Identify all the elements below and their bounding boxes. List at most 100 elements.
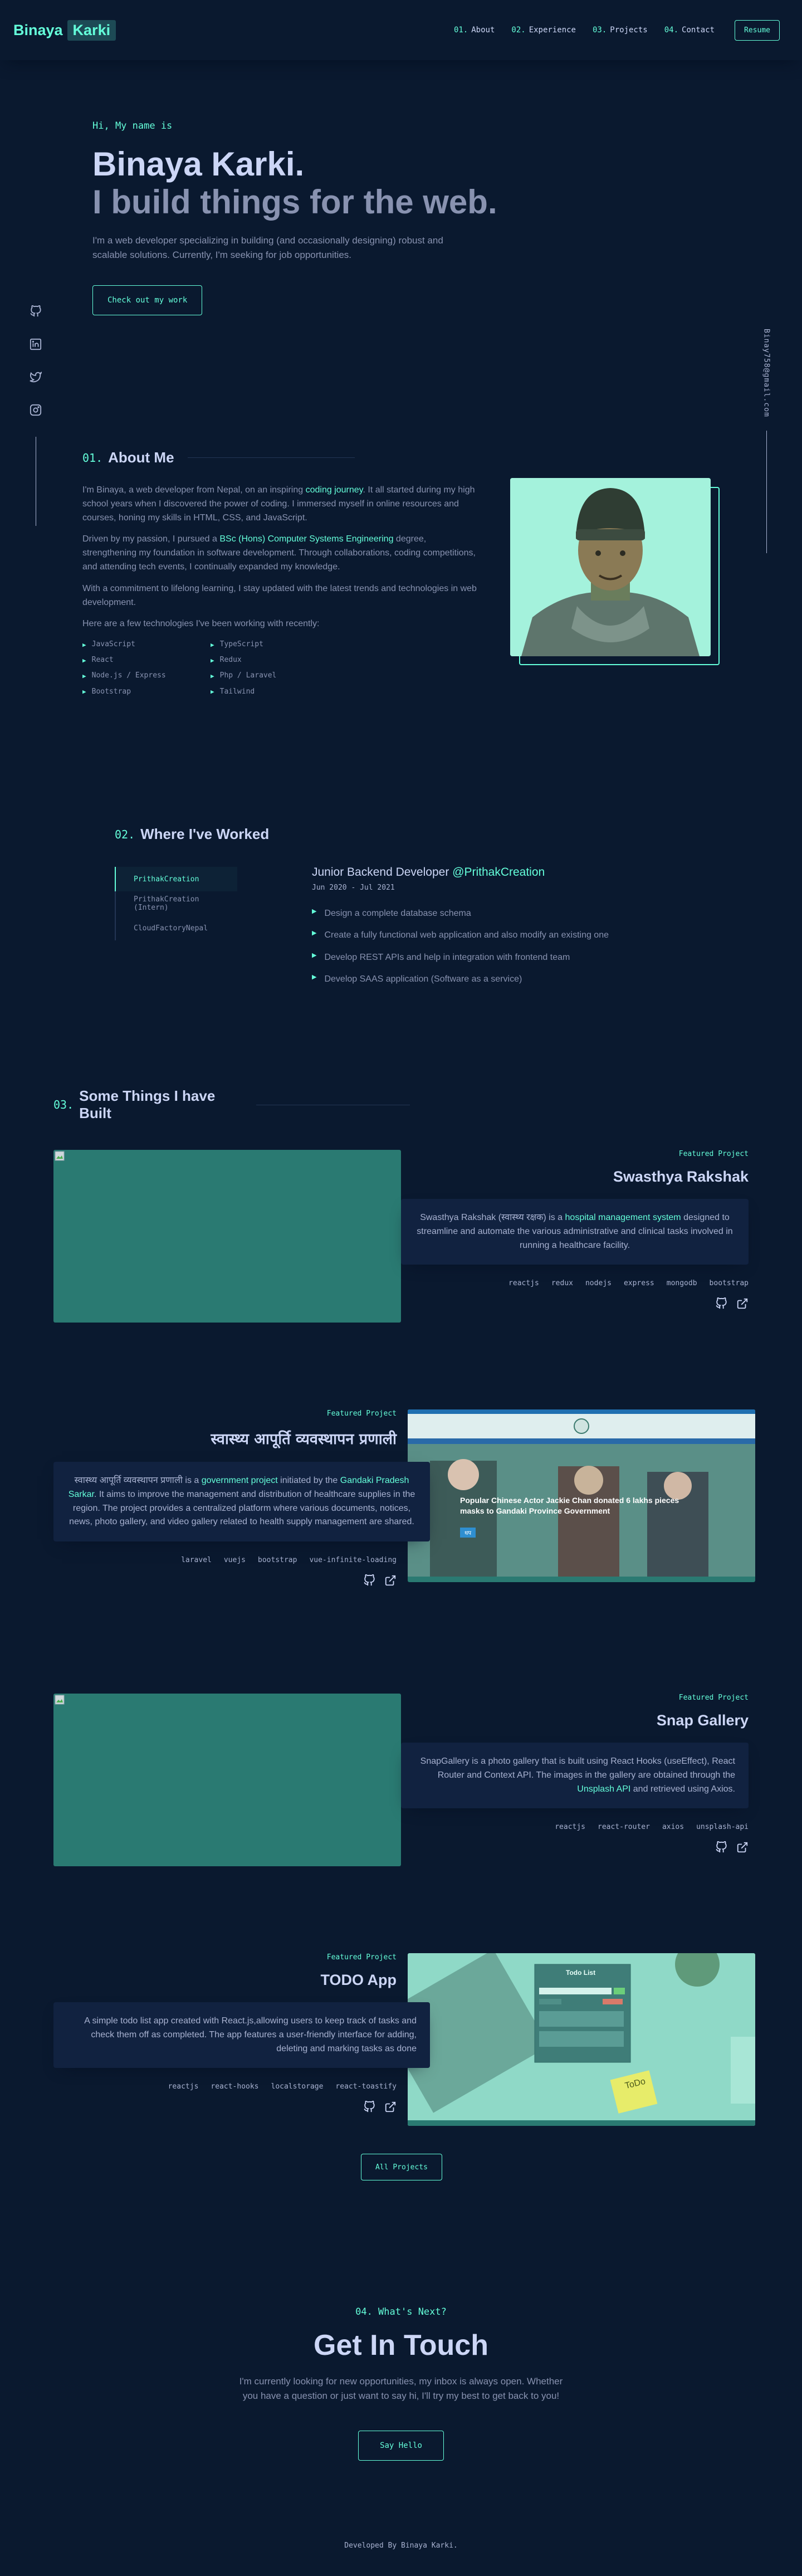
emblem-icon [574,1418,589,1434]
highlight-link[interactable]: hospital management system [565,1213,681,1222]
tab-cloudfactorynepal[interactable]: CloudFactoryNepal [116,916,237,940]
triangle-bullet-icon: ▶ [312,930,317,937]
nav-number: 04. [664,26,679,35]
tech-tag: unsplash-api [696,1823,749,1832]
logo-first-name: Binaya [13,21,63,38]
nav-contact[interactable]: 04. Contact [664,26,715,35]
tech-label: TypeScript [219,640,263,649]
project-links [392,1841,749,1853]
tech-item: ▶ Php / Laravel [211,670,339,681]
email-link[interactable]: Binay758@gmail.com [762,329,771,417]
triangle-bullet-icon: ▶ [82,688,86,696]
tech-tag: nodejs [585,1279,612,1288]
hero-name: Binaya Karki. [92,145,305,183]
job-title: Junior Backend Developer @PrithakCreatio… [312,866,668,879]
highlight-link[interactable]: Unsplash API [577,1784,630,1794]
external-link-icon[interactable] [384,2101,397,2113]
project-content: Featured Project Swasthya Rakshak Swasth… [392,1150,749,1310]
section-title: Where I've Worked [140,826,270,842]
triangle-bullet-icon: ▶ [211,672,214,680]
experience-tabs: PrithakCreation PrithakCreation (Intern)… [115,867,237,940]
nav-label: About [471,26,495,35]
tech-tag: vue-infinite-loading [309,1556,397,1565]
experience-section: 02. Where I've Worked PrithakCreation Pr… [115,826,672,984]
check-work-button[interactable]: Check out my work [92,285,203,315]
github-icon[interactable] [30,305,42,320]
text: initiated by the [277,1476,340,1485]
project-tech-list: reactjs react-hooks localstorage react-t… [53,2082,397,2091]
screenshot-more-button: थप [460,1528,476,1538]
hero-intro: Hi, My name is [92,120,173,131]
tech-item: ▶ Redux [211,655,339,666]
about-text: I'm Binaya, a web developer from Nepal, … [82,484,478,697]
project-description: SnapGallery is a photo gallery that is b… [401,1743,749,1809]
tech-item: ▶ Node.js / Express [82,670,211,681]
project-title[interactable]: Swasthya Rakshak [392,1168,749,1185]
project-image[interactable]: Todo List ToDo [408,1953,755,2126]
resume-button[interactable]: Resume [735,19,780,41]
triangle-bullet-icon: ▶ [211,688,214,696]
project-image[interactable] [53,1694,401,1866]
linkedin-icon[interactable] [30,338,42,353]
triangle-bullet-icon: ▶ [312,974,317,981]
tech-tag: react-router [598,1823,650,1832]
profile-photo[interactable] [510,478,711,656]
tech-item: ▶ React [82,655,211,666]
project-card: Todo List ToDo Featured Project TODO App… [53,1953,755,2131]
text: Driven by my passion, I pursued a [82,534,220,544]
highlight-text: BSc (Hons) Computer Systems Engineering [219,534,394,544]
project-tech-list: laravel vuejs bootstrap vue-infinite-loa… [53,1556,397,1564]
tab-prithakcreation[interactable]: PrithakCreation [115,867,237,891]
about-paragraph: Driven by my passion, I pursued a BSc (H… [82,533,478,574]
external-link-icon[interactable] [736,1297,749,1310]
project-links [53,1574,397,1587]
all-projects-button[interactable]: All Projects [361,2154,442,2180]
tech-list: ▶ JavaScript ▶ TypeScript ▶ React ▶ Redux ▶ N… [82,639,478,697]
project-title[interactable]: TODO App [53,1972,397,1989]
github-icon[interactable] [715,1297,727,1310]
github-icon[interactable] [363,2101,375,2113]
hero-tagline: I build things for the web. [92,183,497,221]
contact-title: Get In Touch [314,2329,488,2362]
nav-projects[interactable]: 03. Projects [593,26,648,35]
project-heading-block: Featured Project TODO App [53,1953,397,1989]
job-company-link[interactable]: @PrithakCreation [452,866,545,879]
tech-item: ▶ JavaScript [82,639,211,650]
main-nav: 01. About 02. Experience 03. Projects 04. Co… [454,19,780,41]
tech-label: Php / Laravel [219,671,277,680]
project-links [392,1297,749,1310]
screenshot-header [408,1414,755,1438]
project-content: Featured Project स्वास्थ्य आपूर्ति व्यवस… [53,1409,432,1587]
nav-about[interactable]: 01. About [454,26,495,35]
external-link-icon[interactable] [384,1574,397,1587]
nav-experience[interactable]: 02. Experience [511,26,576,35]
triangle-bullet-icon: ▶ [82,656,86,664]
project-tech-list: reactjs react-router axios unsplash-api [392,1823,749,1831]
project-overline: Featured Project [678,1150,749,1158]
profile-photo-wrapper [510,478,722,667]
job-duty: ▶ Develop REST APIs and help in integrati… [312,952,668,964]
job-duty: ▶ Design a complete database schema [312,908,668,920]
github-icon[interactable] [715,1841,727,1853]
screenshot-headline: Popular Chinese Actor Jackie Chan donate… [460,1496,679,1515]
project-image[interactable] [53,1150,401,1323]
project-heading-block: Featured Project स्वास्थ्य आपूर्ति व्यवस… [53,1409,397,1448]
say-hello-button[interactable]: Say Hello [358,2430,444,2461]
github-icon[interactable] [363,1574,375,1587]
project-title[interactable]: स्वास्थ्य आपूर्ति व्यवस्थापन प्रणाली [53,1428,397,1448]
nav-number: 01. [453,26,468,35]
footer-credit[interactable]: Developed By Binaya Karki. [0,2541,802,2550]
about-heading: 01. About Me [82,449,720,466]
tech-label: Tailwind [219,687,255,696]
project-title[interactable]: Snap Gallery [392,1712,749,1729]
section-title: About Me [108,449,174,466]
tech-label: JavaScript [91,640,135,649]
logo[interactable]: Binaya Karki [13,19,116,41]
twitter-icon[interactable] [30,371,42,386]
instagram-icon[interactable] [30,404,42,419]
tab-prithakcreation-intern[interactable]: PrithakCreation (Intern) [116,891,237,916]
external-link-icon[interactable] [736,1841,749,1853]
site-header: Binaya Karki 01. About 02. Experience 03. P… [0,0,802,60]
project-image[interactable]: Popular Chinese Actor Jackie Chan donate… [408,1409,755,1582]
highlight-link[interactable]: government project [202,1476,278,1485]
